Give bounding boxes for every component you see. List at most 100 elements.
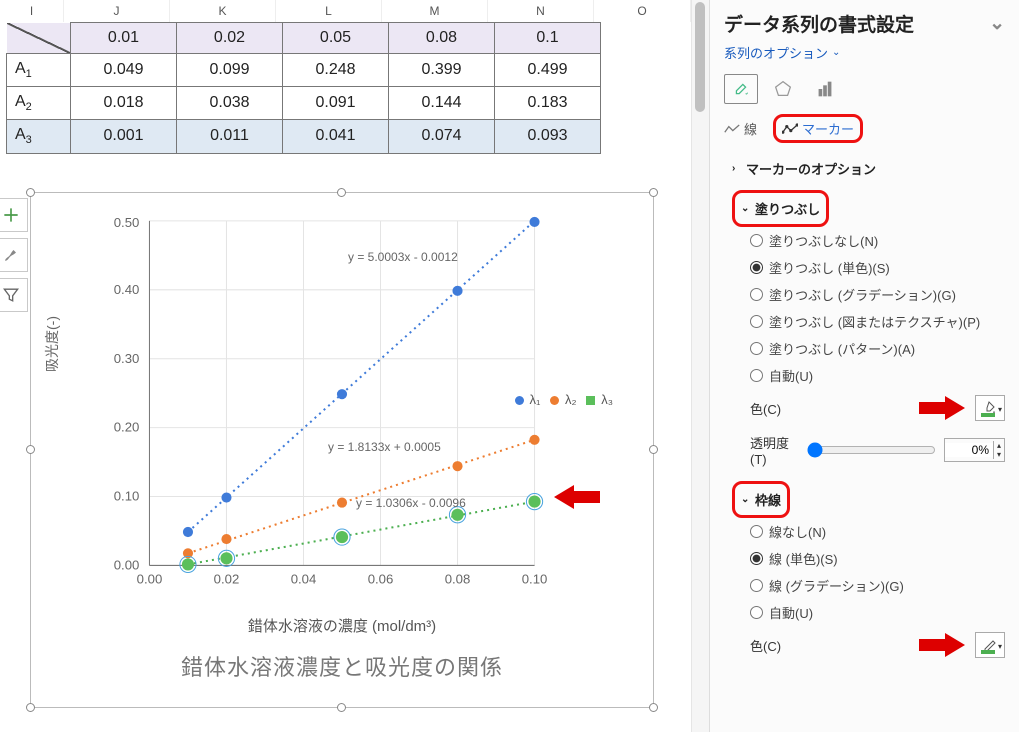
fill-color-picker[interactable]: ▾: [975, 395, 1005, 421]
data-table[interactable]: 0.01 0.02 0.05 0.08 0.1 A1 0.049 0.099 0…: [0, 22, 691, 154]
resize-handle[interactable]: [337, 703, 346, 712]
cell-A3-M[interactable]: 0.074: [389, 120, 495, 153]
svg-text:0.00: 0.00: [137, 572, 163, 587]
row-label-A3[interactable]: A3: [7, 120, 71, 153]
col-M[interactable]: M: [382, 0, 488, 22]
col-J[interactable]: J: [64, 0, 170, 22]
series-options-dropdown[interactable]: 系列のオプション⌄: [710, 41, 1019, 70]
svg-text:0.02: 0.02: [214, 572, 240, 587]
selected-marker[interactable]: [526, 493, 542, 509]
fill-section-header[interactable]: ⌄塗りつぶし: [741, 195, 820, 222]
marker-options-header[interactable]: ›マーカーのオプション: [732, 155, 1005, 182]
resize-handle[interactable]: [26, 188, 35, 197]
chart-y-axis-label[interactable]: 吸光度(-): [42, 316, 62, 372]
legend-marker-3: [586, 396, 595, 405]
cell-A1-J[interactable]: 0.049: [71, 54, 177, 87]
fill-auto-radio[interactable]: 自動(U): [732, 362, 1005, 389]
trendline-equation-2[interactable]: y = 1.8133x + 0.0005: [328, 440, 441, 454]
pane-title: データ系列の書式設定: [724, 10, 914, 37]
annotation-arrow-border-color: [919, 633, 971, 657]
resize-handle[interactable]: [649, 188, 658, 197]
svg-text:0.50: 0.50: [114, 215, 140, 230]
fill-line-icon[interactable]: [724, 74, 758, 104]
trendline-equation-1[interactable]: y = 5.0003x - 0.0012: [348, 250, 458, 264]
col-N[interactable]: N: [488, 0, 594, 22]
svg-text:0.08: 0.08: [445, 572, 471, 587]
table-corner[interactable]: [7, 23, 71, 54]
scrollbar-thumb[interactable]: [695, 2, 705, 112]
hdr-K[interactable]: 0.02: [177, 23, 283, 54]
border-gradient-radio[interactable]: 線 (グラデーション)(G): [732, 572, 1005, 599]
annotation-arrow-fill-color: [919, 396, 971, 420]
border-solid-radio[interactable]: 線 (単色)(S): [732, 545, 1005, 572]
chart-object[interactable]: 0.00 0.10 0.20 0.30 0.40 0.50 0.00 0.02 …: [30, 192, 654, 708]
cell-A2-N[interactable]: 0.183: [495, 87, 601, 120]
trendline-equation-3[interactable]: y = 1.0306x - 0.0096: [356, 496, 466, 510]
selected-marker[interactable]: [334, 529, 350, 545]
chart-legend[interactable]: λ₁ λ₂ λ₃: [512, 392, 616, 407]
hdr-L[interactable]: 0.05: [283, 23, 389, 54]
legend-marker-2: [550, 396, 559, 405]
border-color-picker[interactable]: ▾: [975, 632, 1005, 658]
resize-handle[interactable]: [649, 445, 658, 454]
cell-A2-J[interactable]: 0.018: [71, 87, 177, 120]
cell-A3-J[interactable]: 0.001: [71, 120, 177, 153]
cell-A1-K[interactable]: 0.099: [177, 54, 283, 87]
vertical-scrollbar[interactable]: [691, 0, 709, 732]
selected-marker[interactable]: [218, 550, 234, 566]
svg-text:0.10: 0.10: [522, 572, 548, 587]
cell-A1-N[interactable]: 0.499: [495, 54, 601, 87]
resize-handle[interactable]: [26, 703, 35, 712]
cell-A3-N[interactable]: 0.093: [495, 120, 601, 153]
chart-filter-funnel-button[interactable]: [0, 278, 28, 312]
border-section-header[interactable]: ⌄枠線: [741, 486, 781, 513]
legend-marker-1: [515, 396, 524, 405]
fill-color-label: 色(C): [750, 399, 781, 418]
effects-pentagon-icon[interactable]: [766, 74, 800, 104]
resize-handle[interactable]: [337, 188, 346, 197]
border-none-radio[interactable]: 線なし(N): [732, 518, 1005, 545]
border-auto-radio[interactable]: 自動(U): [732, 599, 1005, 626]
fill-solid-radio[interactable]: 塗りつぶし (単色)(S): [732, 254, 1005, 281]
chart-x-axis-label[interactable]: 錯体水溶液の濃度 (mol/dm³): [38, 615, 646, 636]
cell-A2-K[interactable]: 0.038: [177, 87, 283, 120]
svg-text:0.04: 0.04: [291, 572, 317, 587]
cell-A1-M[interactable]: 0.399: [389, 54, 495, 87]
col-K[interactable]: K: [170, 0, 276, 22]
row-label-A2[interactable]: A2: [7, 87, 71, 120]
cell-A3-K[interactable]: 0.011: [177, 120, 283, 153]
row-label-A1[interactable]: A1: [7, 54, 71, 87]
tab-line[interactable]: 線: [724, 119, 757, 138]
selected-marker[interactable]: [180, 556, 196, 572]
svg-text:0.40: 0.40: [114, 282, 140, 297]
cell-A1-L[interactable]: 0.248: [283, 54, 389, 87]
fill-picture-radio[interactable]: 塗りつぶし (図またはテクスチャ)(P): [732, 308, 1005, 335]
col-L[interactable]: L: [276, 0, 382, 22]
chart-title[interactable]: 錯体水溶液濃度と吸光度の関係: [38, 650, 646, 682]
chevron-down-icon[interactable]: ⌄: [989, 12, 1005, 35]
cell-A2-L[interactable]: 0.091: [283, 87, 389, 120]
svg-text:0.06: 0.06: [368, 572, 394, 587]
fill-transparency-spinner[interactable]: ▴▾: [944, 438, 1005, 462]
svg-text:0.30: 0.30: [114, 351, 140, 366]
chart-element-plus-button[interactable]: [0, 198, 28, 232]
border-color-label: 色(C): [750, 636, 781, 655]
fill-transparency-slider[interactable]: [807, 442, 936, 458]
fill-pattern-radio[interactable]: 塗りつぶし (パターン)(A): [732, 335, 1005, 362]
hdr-N[interactable]: 0.1: [495, 23, 601, 54]
cell-A2-M[interactable]: 0.144: [389, 87, 495, 120]
fill-gradient-radio[interactable]: 塗りつぶし (グラデーション)(G): [732, 281, 1005, 308]
col-O[interactable]: O: [594, 0, 691, 22]
cell-A3-L[interactable]: 0.041: [283, 120, 389, 153]
hdr-M[interactable]: 0.08: [389, 23, 495, 54]
resize-handle[interactable]: [26, 445, 35, 454]
series-options-bars-icon[interactable]: [808, 74, 842, 104]
resize-handle[interactable]: [649, 703, 658, 712]
tab-marker[interactable]: マーカー: [782, 119, 854, 138]
col-I[interactable]: I: [0, 0, 64, 22]
svg-text:0.10: 0.10: [114, 489, 140, 504]
fill-none-radio[interactable]: 塗りつぶしなし(N): [732, 227, 1005, 254]
hdr-J[interactable]: 0.01: [71, 23, 177, 54]
chart-styles-brush-button[interactable]: [0, 238, 28, 272]
svg-text:0.00: 0.00: [114, 557, 140, 572]
